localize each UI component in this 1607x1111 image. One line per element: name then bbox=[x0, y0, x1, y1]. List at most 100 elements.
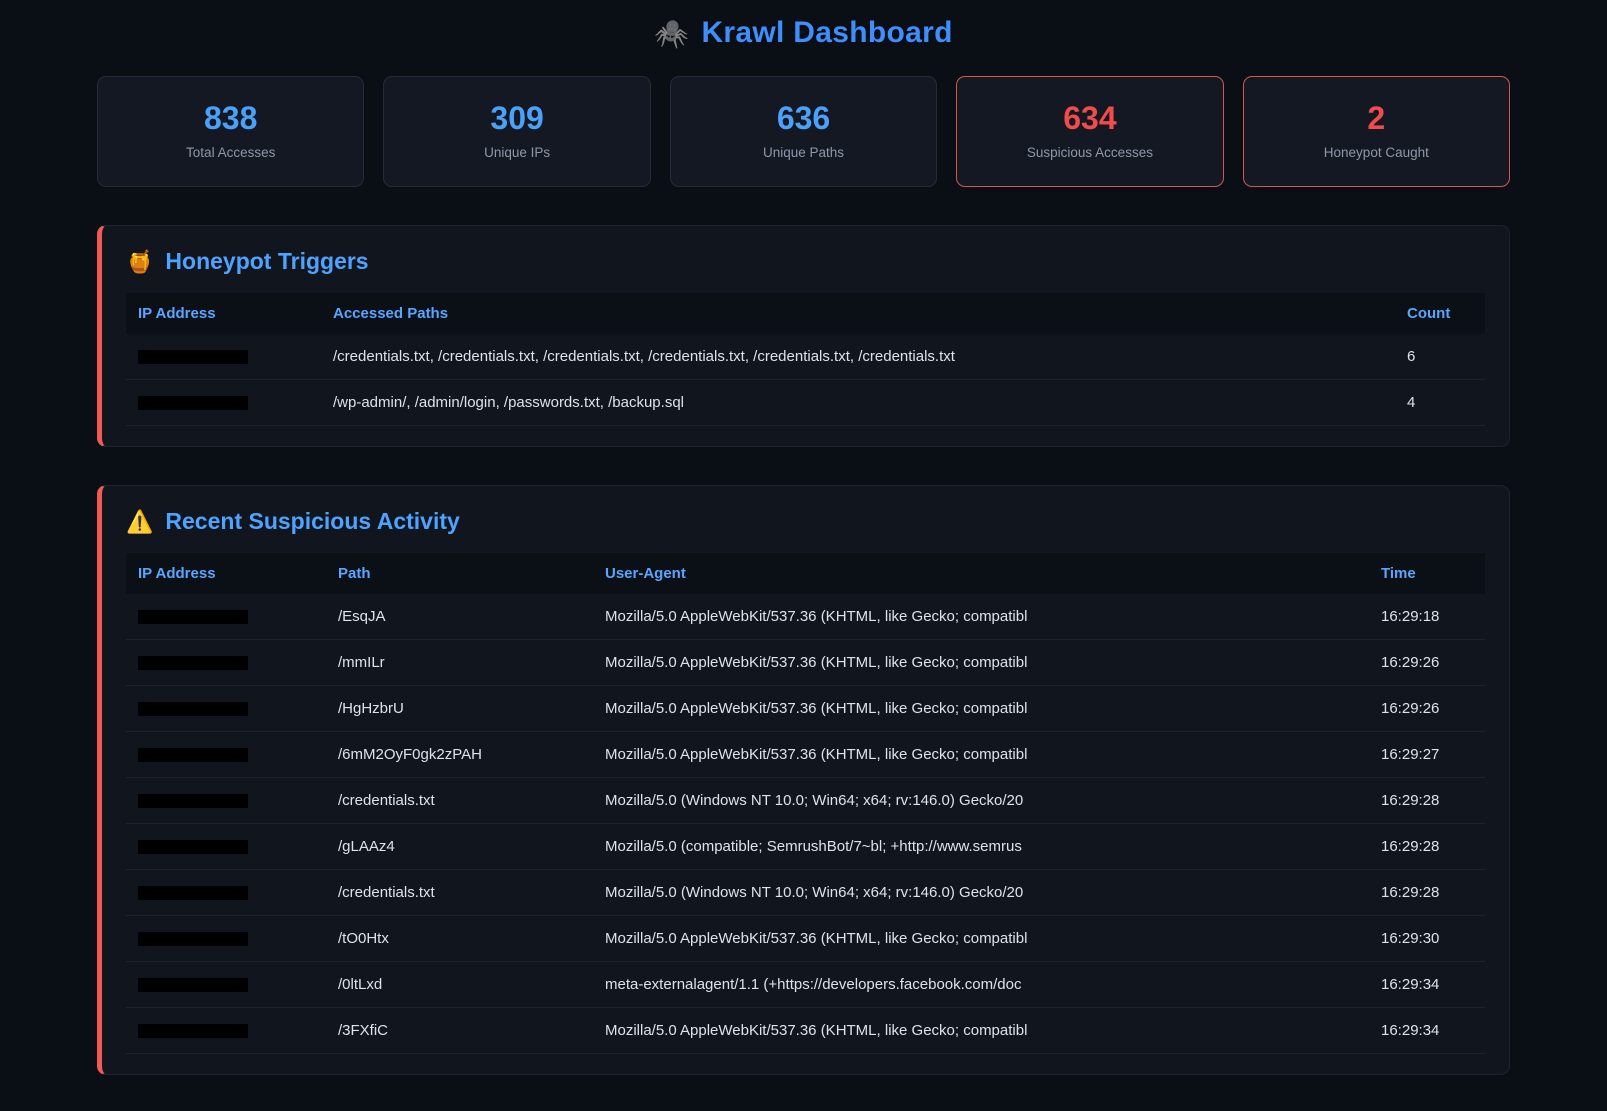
stat-value: 636 bbox=[671, 99, 936, 137]
ua-cell: meta-externalagent/1.1 (+https://develop… bbox=[593, 962, 1369, 1008]
ip-cell bbox=[126, 732, 326, 778]
stat-value: 2 bbox=[1244, 99, 1509, 137]
honeypot-table-header: IP Address Accessed Paths Count bbox=[126, 293, 1485, 334]
table-row: /gLAAz4 Mozilla/5.0 (compatible; Semrush… bbox=[126, 824, 1485, 870]
table-row: /3FXfiC Mozilla/5.0 AppleWebKit/537.36 (… bbox=[126, 1008, 1485, 1054]
time-cell: 16:29:28 bbox=[1369, 778, 1485, 824]
ip-cell bbox=[126, 1008, 326, 1054]
ip-cell bbox=[126, 334, 321, 380]
redacted-ip bbox=[138, 748, 248, 762]
warning-icon: ⚠️ bbox=[126, 509, 153, 535]
suspicious-activity-panel: ⚠️ Recent Suspicious Activity IP Address… bbox=[97, 485, 1510, 1075]
time-cell: 16:29:28 bbox=[1369, 870, 1485, 916]
ip-cell bbox=[126, 870, 326, 916]
path-cell: /tO0Htx bbox=[326, 916, 593, 962]
table-row: /tO0Htx Mozilla/5.0 AppleWebKit/537.36 (… bbox=[126, 916, 1485, 962]
redacted-ip bbox=[138, 794, 248, 808]
column-header-time: Time bbox=[1369, 553, 1485, 594]
page-title-text: Krawl Dashboard bbox=[701, 16, 952, 50]
table-row: /0ltLxd meta-externalagent/1.1 (+https:/… bbox=[126, 962, 1485, 1008]
redacted-ip bbox=[138, 978, 248, 992]
redacted-ip bbox=[138, 1024, 248, 1038]
path-cell: /0ltLxd bbox=[326, 962, 593, 1008]
stat-card-suspicious-accesses: 634 Suspicious Accesses bbox=[956, 76, 1223, 187]
column-header-ip: IP Address bbox=[126, 293, 321, 334]
redacted-ip bbox=[138, 932, 248, 946]
ip-cell bbox=[126, 686, 326, 732]
path-cell: /6mM2OyF0gk2zPAH bbox=[326, 732, 593, 778]
table-row: /HgHzbrU Mozilla/5.0 AppleWebKit/537.36 … bbox=[126, 686, 1485, 732]
ua-cell: Mozilla/5.0 AppleWebKit/537.36 (KHTML, l… bbox=[593, 732, 1369, 778]
honeypot-triggers-title: 🍯 Honeypot Triggers bbox=[126, 248, 1485, 275]
stat-card-total-accesses: 838 Total Accesses bbox=[97, 76, 364, 187]
time-cell: 16:29:30 bbox=[1369, 916, 1485, 962]
stat-label: Unique IPs bbox=[384, 145, 649, 160]
ip-cell bbox=[126, 778, 326, 824]
ua-cell: Mozilla/5.0 AppleWebKit/537.36 (KHTML, l… bbox=[593, 916, 1369, 962]
ip-cell bbox=[126, 380, 321, 426]
path-cell: /credentials.txt bbox=[326, 870, 593, 916]
stat-label: Suspicious Accesses bbox=[957, 145, 1222, 160]
column-header-count: Count bbox=[1395, 293, 1485, 334]
time-cell: 16:29:34 bbox=[1369, 1008, 1485, 1054]
ua-cell: Mozilla/5.0 AppleWebKit/537.36 (KHTML, l… bbox=[593, 640, 1369, 686]
suspicious-table-header: IP Address Path User-Agent Time bbox=[126, 553, 1485, 594]
redacted-ip bbox=[138, 396, 248, 410]
stat-card-unique-ips: 309 Unique IPs bbox=[383, 76, 650, 187]
count-cell: 6 bbox=[1395, 334, 1485, 380]
honeypot-icon: 🍯 bbox=[126, 249, 153, 275]
suspicious-title-text: Recent Suspicious Activity bbox=[165, 508, 459, 535]
ip-cell bbox=[126, 916, 326, 962]
honeypot-table: IP Address Accessed Paths Count /credent… bbox=[126, 293, 1485, 426]
redacted-ip bbox=[138, 840, 248, 854]
path-cell: /gLAAz4 bbox=[326, 824, 593, 870]
ua-cell: Mozilla/5.0 AppleWebKit/537.36 (KHTML, l… bbox=[593, 686, 1369, 732]
ip-cell bbox=[126, 594, 326, 640]
time-cell: 16:29:18 bbox=[1369, 594, 1485, 640]
path-cell: /credentials.txt bbox=[326, 778, 593, 824]
spider-icon: 🕷️ bbox=[654, 17, 689, 50]
column-header-path: Path bbox=[326, 553, 593, 594]
table-row: /mmILr Mozilla/5.0 AppleWebKit/537.36 (K… bbox=[126, 640, 1485, 686]
paths-cell: /credentials.txt, /credentials.txt, /cre… bbox=[321, 334, 1395, 380]
paths-cell: /wp-admin/, /admin/login, /passwords.txt… bbox=[321, 380, 1395, 426]
ua-cell: Mozilla/5.0 (Windows NT 10.0; Win64; x64… bbox=[593, 870, 1369, 916]
path-cell: /3FXfiC bbox=[326, 1008, 593, 1054]
ua-cell: Mozilla/5.0 (Windows NT 10.0; Win64; x64… bbox=[593, 778, 1369, 824]
table-row: /EsqJA Mozilla/5.0 AppleWebKit/537.36 (K… bbox=[126, 594, 1485, 640]
time-cell: 16:29:26 bbox=[1369, 686, 1485, 732]
time-cell: 16:29:27 bbox=[1369, 732, 1485, 778]
redacted-ip bbox=[138, 702, 248, 716]
suspicious-activity-table: IP Address Path User-Agent Time /EsqJA M… bbox=[126, 553, 1485, 1054]
honeypot-title-text: Honeypot Triggers bbox=[165, 248, 368, 275]
stat-label: Unique Paths bbox=[671, 145, 936, 160]
page-header: 🕷️ Krawl Dashboard bbox=[0, 0, 1607, 50]
stat-value: 309 bbox=[384, 99, 649, 137]
stat-label: Honeypot Caught bbox=[1244, 145, 1509, 160]
stat-card-unique-paths: 636 Unique Paths bbox=[670, 76, 937, 187]
suspicious-activity-title: ⚠️ Recent Suspicious Activity bbox=[126, 508, 1485, 535]
redacted-ip bbox=[138, 656, 248, 670]
ua-cell: Mozilla/5.0 AppleWebKit/537.36 (KHTML, l… bbox=[593, 1008, 1369, 1054]
time-cell: 16:29:26 bbox=[1369, 640, 1485, 686]
column-header-ip: IP Address bbox=[126, 553, 326, 594]
ip-cell bbox=[126, 640, 326, 686]
krawl-dashboard-page: 🕷️ Krawl Dashboard 838 Total Accesses 30… bbox=[0, 0, 1607, 1111]
column-header-paths: Accessed Paths bbox=[321, 293, 1395, 334]
table-row: /credentials.txt, /credentials.txt, /cre… bbox=[126, 334, 1485, 380]
ua-cell: Mozilla/5.0 (compatible; SemrushBot/7~bl… bbox=[593, 824, 1369, 870]
stat-value: 634 bbox=[957, 99, 1222, 137]
table-row: /credentials.txt Mozilla/5.0 (Windows NT… bbox=[126, 870, 1485, 916]
honeypot-triggers-panel: 🍯 Honeypot Triggers IP Address Accessed … bbox=[97, 225, 1510, 447]
redacted-ip bbox=[138, 350, 248, 364]
count-cell: 4 bbox=[1395, 380, 1485, 426]
path-cell: /mmILr bbox=[326, 640, 593, 686]
path-cell: /EsqJA bbox=[326, 594, 593, 640]
redacted-ip bbox=[138, 610, 248, 624]
time-cell: 16:29:28 bbox=[1369, 824, 1485, 870]
page-title: 🕷️ Krawl Dashboard bbox=[654, 16, 952, 50]
table-row: /6mM2OyF0gk2zPAH Mozilla/5.0 AppleWebKit… bbox=[126, 732, 1485, 778]
path-cell: /HgHzbrU bbox=[326, 686, 593, 732]
stat-value: 838 bbox=[98, 99, 363, 137]
stats-row: 838 Total Accesses 309 Unique IPs 636 Un… bbox=[97, 76, 1510, 187]
